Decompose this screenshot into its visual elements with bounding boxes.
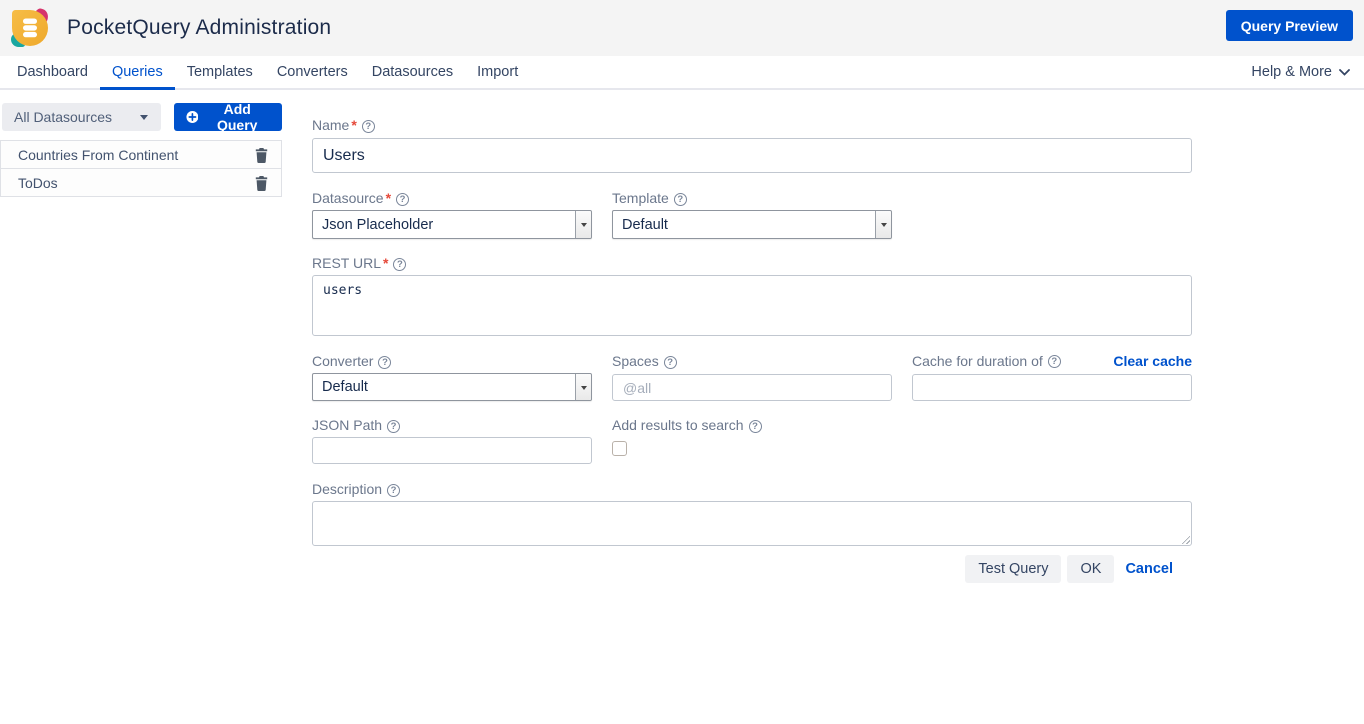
page-title: PocketQuery Administration xyxy=(67,16,332,39)
help-icon[interactable]: ? xyxy=(1047,354,1061,368)
datasource-select-value: Json Placeholder xyxy=(322,216,434,233)
datasource-label: Datasource *? xyxy=(312,190,592,206)
datasource-filter-value: All Datasources xyxy=(14,109,113,125)
name-input[interactable] xyxy=(312,138,1192,173)
tab-datasources[interactable]: Datasources xyxy=(360,56,465,90)
query-name: Countries From Continent xyxy=(18,146,179,163)
json-path-label: JSON Path? xyxy=(312,417,592,433)
app-header: PocketQuery Administration Query Preview xyxy=(0,0,1364,56)
query-name: ToDos xyxy=(18,174,58,191)
cancel-link[interactable]: Cancel xyxy=(1125,561,1173,577)
required-mark: * xyxy=(385,190,392,206)
pocketquery-logo-icon xyxy=(11,7,51,47)
test-query-button[interactable]: Test Query xyxy=(965,555,1062,583)
cache-label: Cache for duration of? Clear cache xyxy=(912,353,1192,369)
query-list: Countries From Continent ToDos xyxy=(0,140,282,197)
datasource-filter-select[interactable]: All Datasources xyxy=(2,103,161,131)
rest-url-label: REST URL *? xyxy=(312,255,1192,271)
template-select-value: Default xyxy=(622,216,668,233)
converter-label: Converter? xyxy=(312,353,592,369)
required-mark: * xyxy=(351,117,357,133)
admin-nav: Dashboard Queries Templates Converters D… xyxy=(0,56,1364,90)
name-label: Name *? xyxy=(312,117,1192,133)
query-list-item[interactable]: Countries From Continent xyxy=(1,141,281,169)
help-icon[interactable]: ? xyxy=(396,193,410,206)
add-results-to-search-checkbox[interactable] xyxy=(612,441,627,456)
help-icon[interactable]: ? xyxy=(378,356,392,369)
query-preview-button[interactable]: Query Preview xyxy=(1225,10,1353,41)
caret-down-icon xyxy=(139,115,148,124)
spaces-label: Spaces? xyxy=(612,353,892,369)
description-textarea[interactable] xyxy=(312,501,1192,546)
spaces-input[interactable] xyxy=(612,374,892,401)
help-and-more-label: Help & More xyxy=(1251,64,1332,80)
template-select[interactable]: Default xyxy=(612,210,892,239)
select-arrow-icon xyxy=(575,374,591,400)
help-icon[interactable]: ? xyxy=(393,258,407,271)
help-icon[interactable]: ? xyxy=(387,420,401,433)
json-path-input[interactable] xyxy=(312,437,592,464)
ok-button[interactable]: OK xyxy=(1067,555,1115,583)
help-icon[interactable]: ? xyxy=(748,420,762,433)
help-icon[interactable]: ? xyxy=(663,356,677,369)
rest-url-textarea[interactable]: users xyxy=(312,275,1192,336)
tab-queries[interactable]: Queries xyxy=(99,56,175,90)
select-arrow-icon xyxy=(875,211,891,238)
tab-dashboard[interactable]: Dashboard xyxy=(5,56,100,90)
query-sidebar: All Datasources Add Query Countries From… xyxy=(0,90,282,197)
description-label: Description? xyxy=(312,481,1192,497)
help-icon[interactable]: ? xyxy=(673,193,687,206)
converter-select[interactable]: Default xyxy=(312,373,592,401)
add-results-to-search-label: Add results to search? xyxy=(612,417,892,433)
delete-query-icon[interactable] xyxy=(254,147,269,163)
help-icon[interactable]: ? xyxy=(387,484,401,497)
help-icon[interactable]: ? xyxy=(361,120,375,133)
delete-query-icon[interactable] xyxy=(254,175,269,191)
converter-select-value: Default xyxy=(322,379,368,395)
cache-duration-input[interactable] xyxy=(912,374,1192,401)
tab-templates[interactable]: Templates xyxy=(175,56,265,90)
required-mark: * xyxy=(382,255,389,271)
tab-converters[interactable]: Converters xyxy=(265,56,360,90)
template-label: Template? xyxy=(612,190,892,206)
plus-circle-icon xyxy=(186,111,198,123)
chevron-down-icon xyxy=(1339,68,1350,76)
select-arrow-icon xyxy=(575,211,591,238)
query-list-item[interactable]: ToDos xyxy=(1,169,281,197)
clear-cache-link[interactable]: Clear cache xyxy=(1113,353,1192,369)
tab-import[interactable]: Import xyxy=(465,56,530,90)
query-edit-form: Name*? Datasource*? Json Placeholder Tem… xyxy=(312,100,1192,583)
add-query-button[interactable]: Add Query xyxy=(173,101,282,133)
add-query-label: Add Query xyxy=(216,101,258,133)
datasource-select[interactable]: Json Placeholder xyxy=(312,210,592,239)
database-icon xyxy=(23,18,37,38)
help-and-more-menu[interactable]: Help & More xyxy=(1251,56,1350,88)
